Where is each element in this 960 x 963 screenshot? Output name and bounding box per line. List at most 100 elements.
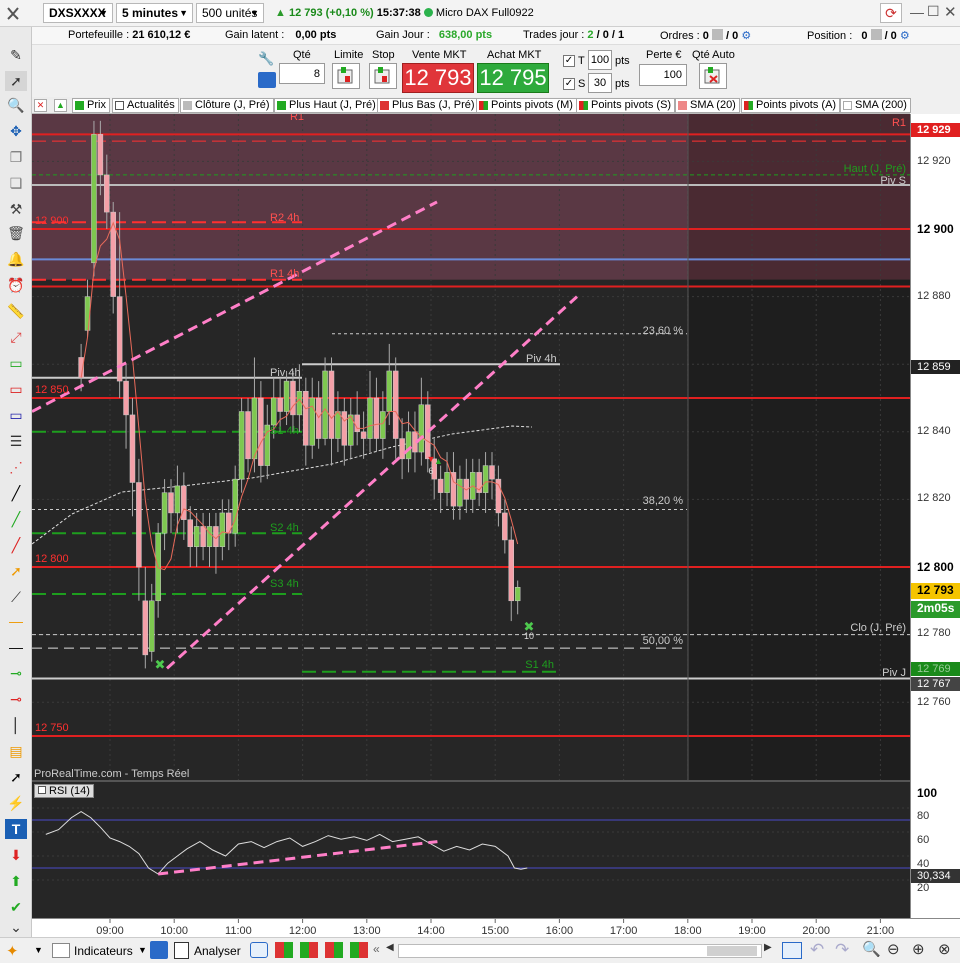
legend-item-plus-bas[interactable]: Plus Bas (J, Pré) — [377, 98, 479, 113]
rsi-panel[interactable]: RSI (14) — [32, 780, 910, 918]
scroll-right-icon[interactable]: ▶ — [764, 942, 772, 953]
legend-item-sma200[interactable]: SMA (200) — [840, 98, 911, 113]
arrow-orange-icon[interactable]: ➚ — [5, 561, 27, 581]
app-menu-icon[interactable] — [6, 6, 20, 20]
scrollbar-thumb[interactable] — [707, 946, 757, 956]
hline-black-icon[interactable]: — — [5, 637, 27, 657]
zoom-minus-icon[interactable]: ⊖ — [887, 940, 900, 958]
polyline-icon[interactable]: ⟋ — [5, 587, 27, 607]
copy-icon[interactable]: ❐ — [5, 147, 27, 167]
cancel-orders-icon[interactable] — [711, 29, 723, 40]
arrow-black-icon[interactable]: ➚ — [5, 767, 27, 787]
loss-input[interactable] — [639, 64, 687, 86]
close-button[interactable]: ✕ — [944, 3, 957, 21]
share-icon[interactable] — [150, 941, 168, 959]
wrench-icon[interactable]: 🔧 — [258, 51, 276, 67]
position-settings-icon[interactable]: ⚙ — [900, 30, 910, 42]
trash-icon[interactable]: 🗑 — [5, 223, 27, 243]
down-arrow-icon[interactable]: ⬇ — [5, 845, 27, 865]
zoom-plus-icon[interactable]: ⊕ — [912, 940, 925, 958]
stop-order-button[interactable] — [369, 63, 397, 89]
units-select[interactable]: 500 unités ▼ — [196, 3, 264, 23]
horizontal-scrollbar[interactable] — [398, 944, 762, 958]
refresh-icon[interactable]: ⟳ — [880, 3, 902, 23]
text-tool-icon[interactable]: T — [5, 819, 27, 839]
close-position-icon[interactable] — [870, 29, 882, 40]
level-tool-icon[interactable]: ▤ — [5, 741, 27, 761]
up-arrow-tool-icon[interactable]: ⬆ — [5, 871, 27, 891]
timeframe-select[interactable]: 5 minutes ▼ — [116, 3, 193, 23]
crosshair-tool-icon[interactable]: ✥ — [5, 121, 27, 141]
layout2-icon[interactable] — [300, 942, 318, 958]
pointer-tool-icon[interactable]: ➚ — [5, 71, 27, 91]
stop-loss-input[interactable] — [588, 73, 612, 93]
chat-icon[interactable] — [250, 942, 268, 958]
channel-tool-icon[interactable]: ▭ — [5, 353, 27, 373]
legend-item-plus-haut[interactable]: Plus Haut (J, Pré) — [274, 98, 380, 113]
fit-screen-icon[interactable] — [782, 942, 802, 959]
legend-item-cloture[interactable]: Clôture (J, Pré) — [180, 98, 274, 113]
maximize-button[interactable]: ☐ — [927, 3, 940, 20]
indicators-dropdown-icon[interactable]: ▼ — [138, 945, 147, 955]
alert-bell-icon[interactable]: 🔔 — [5, 249, 27, 269]
analyser-button[interactable]: Analyser — [172, 941, 241, 961]
magic-wand-icon[interactable]: ⚡ — [5, 793, 27, 813]
fibonacci-tool-icon[interactable]: ☰ — [5, 431, 27, 451]
ruler-icon[interactable]: 📏 — [5, 301, 27, 321]
minimize-button[interactable]: — — [910, 4, 924, 20]
legend-item-pivots-s[interactable]: Points pivots (S) — [576, 98, 676, 113]
paste-icon[interactable]: ❏ — [5, 173, 27, 193]
rectangle-tool-icon[interactable]: ▭ — [5, 379, 27, 399]
checkmark-icon[interactable]: ✔ — [5, 897, 27, 917]
legend-item-sma20[interactable]: SMA (20) — [675, 98, 740, 113]
undo-icon[interactable]: ↶ — [810, 940, 824, 960]
legend-up-icon[interactable]: ▲ — [54, 99, 67, 112]
tools-menu-icon[interactable]: ✦ — [6, 942, 24, 960]
fan-tool-icon[interactable]: ⋰ — [5, 457, 27, 477]
stop-checkbox[interactable]: ✓ — [563, 78, 575, 90]
qty-input[interactable] — [279, 63, 325, 84]
instrument-select[interactable]: DXSXXXX ▼ — [43, 3, 113, 23]
box-tool-icon[interactable]: ▭ — [5, 405, 27, 425]
hline-orange-icon[interactable]: — — [5, 611, 27, 631]
target-input[interactable] — [588, 50, 612, 70]
legend-item-actualites[interactable]: Actualités — [112, 98, 179, 113]
line-black-icon[interactable]: ╱ — [5, 483, 27, 503]
hline-red-icon[interactable]: ⊸ — [5, 689, 27, 709]
zoom-reset-icon[interactable]: ⊗ — [938, 940, 951, 958]
legend-close-icon[interactable]: ✕ — [34, 99, 47, 112]
scroll-left-icon[interactable]: ◀ — [386, 942, 394, 953]
limit-order-button[interactable] — [332, 63, 360, 89]
redo-icon[interactable]: ↷ — [835, 940, 849, 960]
tools-icon[interactable]: ⚒ — [5, 199, 27, 219]
scroll-start-icon[interactable]: « — [373, 942, 380, 956]
vline-icon[interactable]: │ — [5, 715, 27, 735]
alarm-icon[interactable]: ⏰ — [5, 275, 27, 295]
zoom-tool-icon[interactable]: 🔍 — [5, 95, 27, 115]
legend-item-pivots-a[interactable]: Points pivots (A) — [741, 98, 841, 113]
layout3-icon[interactable] — [325, 942, 343, 958]
line-green-icon[interactable]: ╱ — [5, 509, 27, 529]
hline-green-icon[interactable]: ⊸ — [5, 663, 27, 683]
more-tools-icon[interactable]: ⌄ — [5, 917, 27, 937]
line-red-icon[interactable]: ╱ — [5, 535, 27, 555]
indicators-button[interactable]: Indicateurs — [50, 941, 133, 961]
rsi-label-box[interactable]: RSI (14) — [34, 784, 94, 798]
legend-item-prix[interactable]: Prix — [72, 98, 110, 113]
pencil-tool-icon[interactable]: ✎ — [5, 45, 27, 65]
calculator-icon[interactable] — [258, 72, 276, 88]
price-axis[interactable]: 12 929 12 920 12 900 12 880 12 859 12 84… — [910, 114, 960, 780]
layout4-icon[interactable] — [350, 942, 368, 958]
zoom-out-icon[interactable]: 🔍 — [862, 940, 881, 958]
layout-icon[interactable] — [275, 942, 293, 958]
sell-market-button[interactable]: 12 793 — [402, 63, 474, 93]
legend-item-pivots-m[interactable]: Points pivots (M) — [476, 98, 577, 113]
dropdown-arrow-icon[interactable]: ▼ — [34, 945, 43, 955]
segment-tool-icon[interactable]: ⤢ — [5, 327, 27, 347]
price-chart[interactable]: ✖ ✖ ▼ ▲ 6 10 R1 R1 R2 4h R1 4h Piv 4h Piv 4h S1 4h S2… — [32, 114, 910, 780]
orders-settings-icon[interactable]: ⚙ — [741, 30, 751, 42]
qty-auto-button[interactable] — [699, 63, 727, 89]
time-axis[interactable]: 09:00 10:00 11:00 12:00 13:00 14:00 15:00 16:00… — [32, 918, 960, 937]
buy-market-button[interactable]: 12 795 — [477, 63, 549, 93]
target-checkbox[interactable]: ✓ — [563, 55, 575, 67]
